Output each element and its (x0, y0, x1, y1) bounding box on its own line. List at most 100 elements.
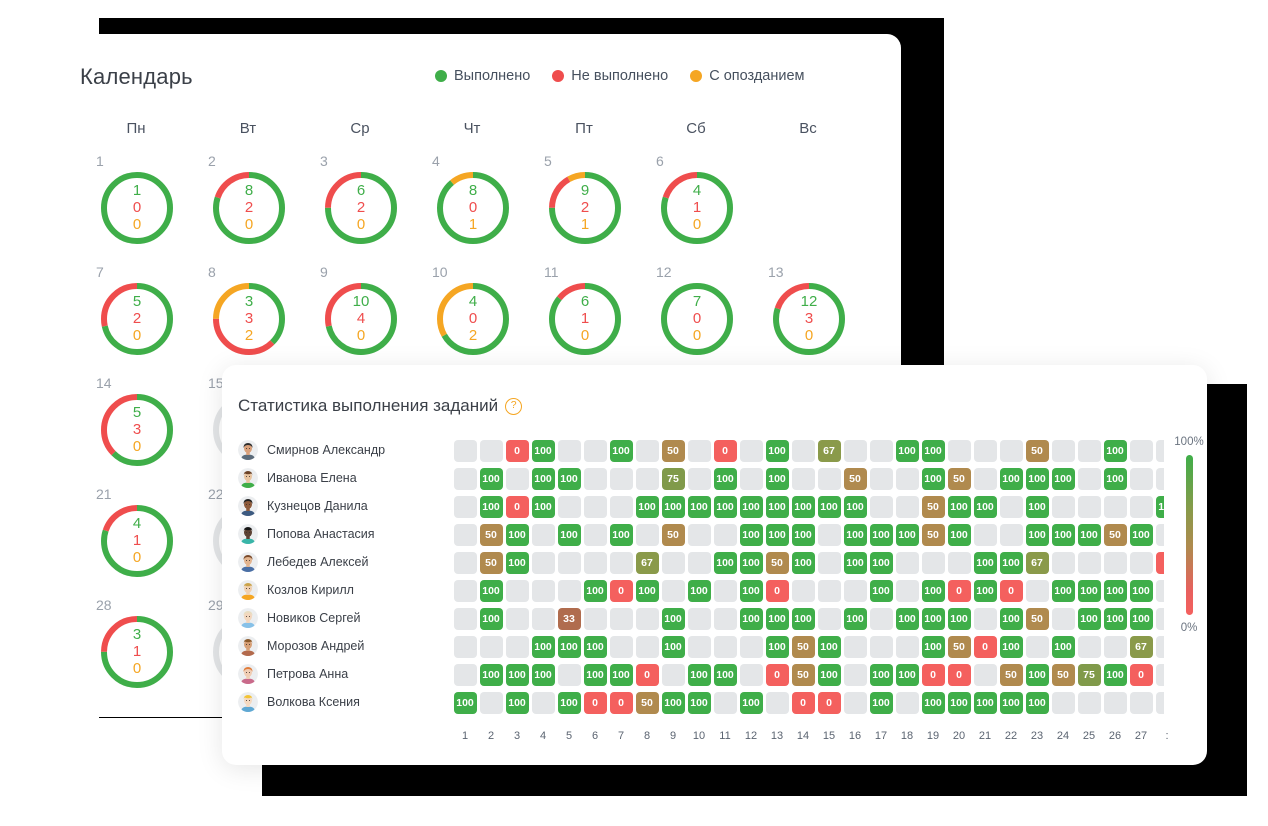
list-item[interactable]: Козлов Кирилл (238, 576, 443, 604)
heatmap-cell[interactable]: 100 (557, 468, 581, 490)
list-item[interactable]: Волкова Ксения (238, 688, 443, 716)
heatmap-cell[interactable]: 0 (947, 580, 971, 602)
heatmap-cell[interactable]: 50 (479, 552, 503, 574)
heatmap-cell[interactable]: 100 (765, 496, 789, 518)
heatmap-cell[interactable]: 100 (739, 524, 763, 546)
heatmap-cell[interactable]: 100 (1103, 664, 1127, 686)
heatmap-cell[interactable]: 100 (921, 580, 945, 602)
heatmap-cell[interactable]: 100 (609, 524, 633, 546)
heatmap-cell[interactable]: 100 (557, 692, 581, 714)
heatmap-cell[interactable]: 100 (713, 468, 737, 490)
heatmap-cell[interactable]: 100 (1025, 664, 1049, 686)
calendar-day-9[interactable]: 9 10 4 0 (304, 261, 416, 372)
heatmap-cell[interactable]: 100 (713, 664, 737, 686)
heatmap-cell[interactable]: 0 (973, 636, 997, 658)
heatmap-cell[interactable]: 100 (479, 608, 503, 630)
heatmap-cell[interactable]: 100 (479, 580, 503, 602)
heatmap-cell[interactable]: 100 (869, 580, 893, 602)
heatmap-cell[interactable]: 100 (557, 524, 581, 546)
heatmap-cell[interactable]: 100 (895, 608, 919, 630)
heatmap-cell[interactable]: 50 (765, 552, 789, 574)
heatmap-cell[interactable]: 100 (453, 692, 477, 714)
calendar-day-1[interactable]: 1100 (80, 150, 192, 261)
heatmap-cell[interactable]: 100 (739, 552, 763, 574)
list-item[interactable]: Попова Анастасия (238, 520, 443, 548)
heatmap-cell[interactable]: 100 (505, 664, 529, 686)
heatmap-cell[interactable]: 100 (1129, 580, 1153, 602)
heatmap-cell[interactable]: 100 (895, 664, 919, 686)
heatmap-cell[interactable]: 0 (817, 692, 841, 714)
list-item[interactable]: Новиков Сергей (238, 604, 443, 632)
heatmap-cell[interactable]: 100 (609, 664, 633, 686)
heatmap-cell[interactable]: 100 (1129, 608, 1153, 630)
calendar-day-8[interactable]: 8332 (192, 261, 304, 372)
heatmap-cell[interactable]: 67 (817, 440, 841, 462)
heatmap-cell[interactable]: 100 (661, 496, 685, 518)
heatmap-cell[interactable]: 100 (687, 692, 711, 714)
heatmap-cell[interactable]: 100 (479, 664, 503, 686)
heatmap-cell[interactable]: 100 (1051, 524, 1075, 546)
heatmap-cell[interactable]: 0 (635, 664, 659, 686)
heatmap-cell[interactable]: 100 (531, 496, 555, 518)
heatmap-cell[interactable]: 100 (479, 468, 503, 490)
heatmap-cell[interactable]: 0 (583, 692, 607, 714)
heatmap-cell[interactable]: 100 (583, 580, 607, 602)
heatmap-cell[interactable]: 100 (947, 692, 971, 714)
calendar-day-28[interactable]: 28 3 1 0 (80, 594, 192, 705)
heatmap-cell[interactable]: 100 (843, 608, 867, 630)
heatmap-cell[interactable]: 100 (1025, 692, 1049, 714)
heatmap-cell[interactable]: 100 (557, 636, 581, 658)
heatmap-cell[interactable]: 100 (817, 664, 841, 686)
heatmap-cell[interactable]: 100 (947, 496, 971, 518)
heatmap-cell[interactable]: 0 (947, 664, 971, 686)
heatmap-cell[interactable]: 0 (765, 664, 789, 686)
heatmap-cell[interactable]: 100 (791, 608, 815, 630)
calendar-day-14[interactable]: 14 5 3 0 (80, 372, 192, 483)
heatmap-cell[interactable]: 100 (531, 664, 555, 686)
heatmap-cell[interactable]: 100 (583, 664, 607, 686)
list-item[interactable]: Морозов Андрей (238, 632, 443, 660)
heatmap-cell[interactable]: 100 (713, 552, 737, 574)
heatmap-cell[interactable]: 100 (869, 664, 893, 686)
heatmap-cell[interactable]: 50 (947, 636, 971, 658)
heatmap-cell[interactable]: 100 (869, 552, 893, 574)
heatmap-cell[interactable]: 100 (843, 552, 867, 574)
heatmap-cell[interactable]: 100 (1025, 496, 1049, 518)
heatmap-cell[interactable]: 50 (635, 692, 659, 714)
heatmap-cell[interactable]: 50 (791, 664, 815, 686)
heatmap-cell[interactable]: 50 (791, 636, 815, 658)
heatmap-cell[interactable]: 50 (1051, 664, 1075, 686)
heatmap-cell[interactable]: 0 (1155, 552, 1164, 574)
heatmap-cell[interactable]: 100 (739, 608, 763, 630)
heatmap-cell[interactable]: 100 (1025, 468, 1049, 490)
heatmap-cell[interactable]: 100 (1077, 580, 1101, 602)
heatmap-cell[interactable]: 33 (557, 608, 581, 630)
heatmap-cell[interactable]: 0 (505, 440, 529, 462)
heatmap-cell[interactable]: 100 (921, 692, 945, 714)
heatmap-cell[interactable]: 100 (687, 580, 711, 602)
calendar-day-7[interactable]: 7520 (80, 261, 192, 372)
heatmap-cell[interactable]: 0 (1129, 664, 1153, 686)
heatmap-cell[interactable]: 100 (869, 692, 893, 714)
heatmap-cell[interactable]: 0 (609, 692, 633, 714)
heatmap-cell[interactable]: 100 (973, 552, 997, 574)
heatmap-cell[interactable]: 100 (739, 692, 763, 714)
heatmap-cell[interactable]: 100 (895, 524, 919, 546)
heatmap-cell[interactable]: 100 (661, 636, 685, 658)
heatmap-cell[interactable]: 0 (713, 440, 737, 462)
heatmap-cell[interactable]: 100 (1103, 440, 1127, 462)
heatmap-cell[interactable]: 50 (1025, 608, 1049, 630)
calendar-day-13[interactable]: 13 12 3 0 (752, 261, 864, 372)
heatmap-cell[interactable]: 100 (921, 636, 945, 658)
heatmap-cell[interactable]: 100 (791, 496, 815, 518)
calendar-day-10[interactable]: 10 4 0 2 (416, 261, 528, 372)
heatmap-cell[interactable]: 100 (713, 496, 737, 518)
heatmap-cell[interactable]: 100 (687, 496, 711, 518)
heatmap-cell[interactable]: 50 (661, 440, 685, 462)
heatmap-cell[interactable]: 100 (1051, 636, 1075, 658)
list-item[interactable]: Петрова Анна (238, 660, 443, 688)
heatmap-cell[interactable]: 50 (921, 496, 945, 518)
calendar-day-5[interactable]: 5921 (528, 150, 640, 261)
heatmap-cell[interactable]: 100 (947, 608, 971, 630)
list-item[interactable]: Иванова Елена (238, 464, 443, 492)
